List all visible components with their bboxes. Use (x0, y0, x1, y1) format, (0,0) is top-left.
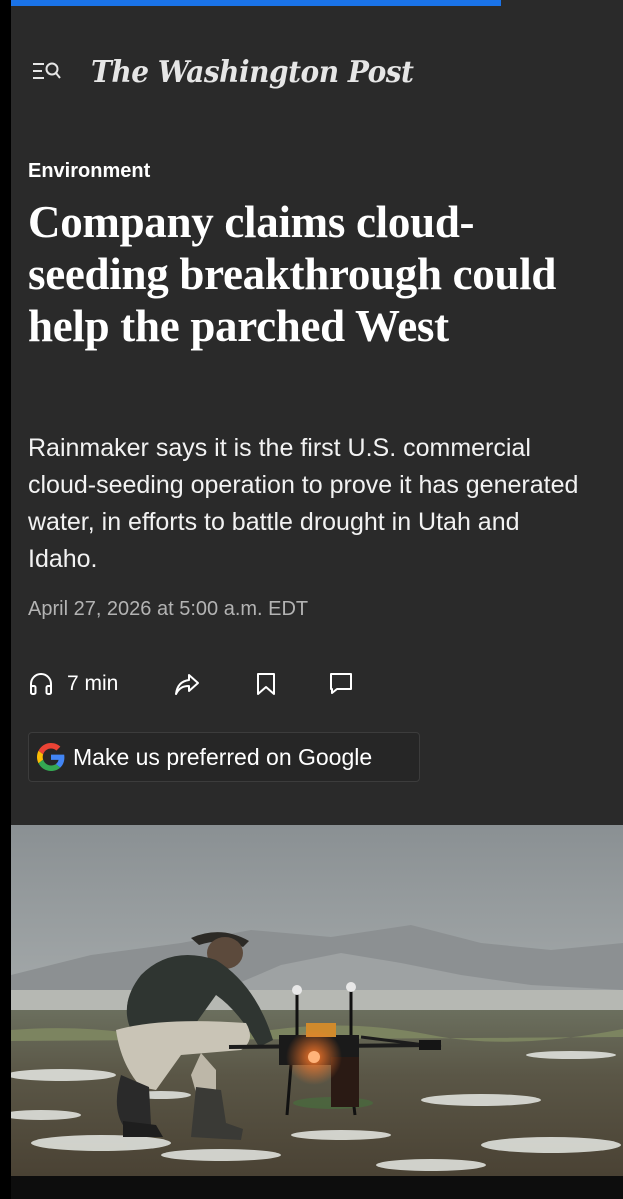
share-button[interactable] (173, 666, 201, 702)
article-headline: Company claims cloud-seeding breakthroug… (28, 197, 557, 351)
section-link[interactable]: Environment (28, 160, 150, 183)
article-header: The Washington Post Environment Company … (11, 6, 623, 825)
google-icon (37, 743, 65, 771)
article-actions: 7 min (28, 666, 368, 702)
google-preferred-source-button[interactable]: Make us preferred on Google (28, 732, 420, 782)
share-icon (175, 674, 199, 695)
publish-timestamp: April 27, 2026 at 5:00 a.m. EDT (28, 598, 309, 620)
google-button-label: Make us preferred on Google (73, 743, 373, 770)
article-photo (11, 825, 623, 1176)
site-logo[interactable]: The Washington Post (91, 53, 414, 89)
browser-bottom-bar (11, 1176, 623, 1199)
listen-button[interactable]: 7 min (28, 666, 118, 702)
bookmark-icon (257, 673, 275, 695)
comments-button[interactable] (328, 666, 354, 702)
menu-search-icon[interactable] (31, 57, 61, 85)
masthead: The Washington Post (31, 50, 414, 92)
save-button[interactable] (254, 666, 278, 702)
listen-duration: 7 min (67, 672, 119, 695)
browser-frame: The Washington Post Environment Company … (11, 0, 623, 1199)
headphones-icon (30, 673, 52, 695)
comment-icon (330, 673, 352, 694)
article-subheadline: Rainmaker says it is the first U.S. comm… (28, 434, 579, 573)
